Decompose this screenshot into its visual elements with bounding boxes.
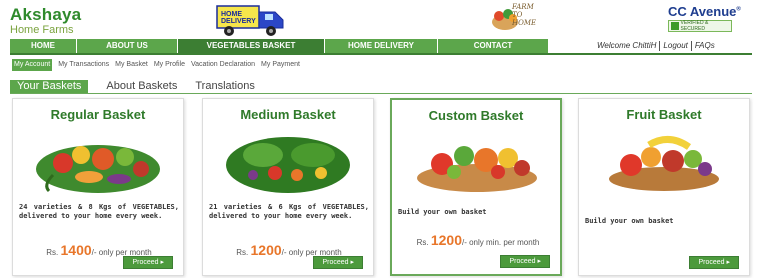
ccavenue-badge: CC Avenue® VERIFIED & SECURED: [668, 4, 752, 32]
price-amount: 1200: [430, 232, 462, 248]
nav-home-delivery[interactable]: HOME DELIVERY: [325, 39, 437, 53]
divider: [659, 41, 661, 51]
ccavenue-name: CC Avenue: [668, 4, 737, 19]
nav-contact[interactable]: CONTACT: [438, 39, 548, 53]
subnav-my-transactions[interactable]: My Transactions: [58, 59, 109, 71]
stamp-line1: FARM: [512, 3, 534, 11]
truck-label-line1: HOME: [221, 11, 242, 18]
card-description: 21 varieties & 6 Kgs of VEGETABLES, deli…: [209, 203, 369, 220]
nav-vegetables-basket[interactable]: VEGETABLES BASKET: [178, 39, 324, 53]
stamp-text: FARM TO HOME: [512, 3, 536, 27]
logout-link[interactable]: Logout: [663, 39, 687, 53]
subnav-my-payment[interactable]: My Payment: [261, 59, 300, 71]
price-amount: 1400: [60, 242, 92, 258]
vegetable-basket-image: [417, 146, 537, 192]
card-title: Custom Basket: [428, 108, 524, 123]
page: Akshaya Home Farms HOME DELIVERY FARM TO: [0, 0, 762, 278]
medium-basket-card: Medium Basket 21 varieties & 6 Kgs of VE…: [202, 98, 374, 276]
tab-underline: [10, 93, 752, 94]
vegetables-image: [226, 137, 350, 193]
ccavenue-logo: CC Avenue®: [668, 4, 741, 19]
price-prefix: Rs.: [46, 248, 59, 257]
truck-label: HOME DELIVERY: [219, 10, 258, 26]
tab-translations[interactable]: Translations: [195, 80, 255, 93]
fruit-basket-image: [609, 136, 719, 191]
basket-tabs: Your Baskets About Baskets Translations: [10, 80, 273, 93]
proceed-button[interactable]: Proceed ▸: [123, 256, 173, 269]
home-delivery-truck-icon: HOME DELIVERY: [215, 4, 291, 38]
stamp-line2: TO: [512, 11, 523, 19]
faqs-link[interactable]: FAQs: [695, 39, 715, 53]
proceed-button[interactable]: Proceed ▸: [500, 255, 550, 268]
verified-secured-badge: VERIFIED & SECURED: [668, 20, 732, 32]
proceed-button[interactable]: Proceed ▸: [689, 256, 739, 269]
card-price: Rs. 1200/- only min. per month: [398, 232, 558, 248]
price-prefix: Rs.: [416, 238, 429, 247]
tab-your-baskets[interactable]: Your Baskets: [10, 80, 89, 93]
nav-home[interactable]: HOME: [10, 39, 76, 53]
card-title: Fruit Basket: [626, 107, 702, 122]
subnav-my-basket[interactable]: My Basket: [115, 59, 148, 71]
custom-basket-card: Custom Basket Build your own basket Rs. …: [390, 98, 562, 276]
brand-subtitle: Home Farms: [10, 24, 74, 36]
nav-about-us[interactable]: ABOUT US: [77, 39, 177, 53]
card-description: 24 varieties & 8 Kgs of VEGETABLES, deli…: [19, 203, 179, 220]
regular-basket-card: Regular Basket 24 varieties & 8 Kgs of V…: [12, 98, 184, 276]
nav-underline: [10, 53, 752, 55]
vegetables-image: [36, 145, 160, 193]
check-shield-icon: [671, 22, 679, 30]
card-title: Regular Basket: [50, 107, 146, 122]
subnav-vacation-declaration[interactable]: Vacation Declaration: [191, 59, 255, 71]
main-nav: HOME ABOUT US VEGETABLES BASKET HOME DEL…: [10, 39, 549, 53]
truck-label-line2: DELIVERY: [221, 18, 256, 25]
card-description: Build your own basket: [398, 208, 487, 216]
verified-secured-text: VERIFIED & SECURED: [680, 20, 709, 32]
price-suffix: /- only min. per month: [462, 238, 540, 247]
brand-name: Akshaya: [10, 5, 82, 24]
welcome-text: Welcome ChittiH: [597, 41, 657, 50]
card-title: Medium Basket: [240, 107, 336, 122]
subnav-my-account[interactable]: My Account: [12, 59, 53, 71]
stamp-line3: HOME: [512, 19, 537, 27]
divider: [690, 41, 692, 51]
price-prefix: Rs.: [236, 248, 249, 257]
farm-to-home-stamp: FARM TO HOME: [490, 2, 562, 32]
tab-about-baskets[interactable]: About Baskets: [106, 80, 177, 93]
subnav-my-profile[interactable]: My Profile: [154, 59, 185, 71]
card-description: Build your own basket: [585, 217, 674, 225]
proceed-button[interactable]: Proceed ▸: [313, 256, 363, 269]
price-amount: 1200: [250, 242, 282, 258]
user-links: Welcome ChittiH Logout FAQs: [597, 39, 715, 53]
akshaya-logo[interactable]: Akshaya Home Farms: [10, 6, 120, 40]
account-subnav: My Account My Transactions My Basket My …: [12, 59, 306, 71]
fruit-basket-card: Fruit Basket Build your own basket Proce…: [578, 98, 750, 276]
